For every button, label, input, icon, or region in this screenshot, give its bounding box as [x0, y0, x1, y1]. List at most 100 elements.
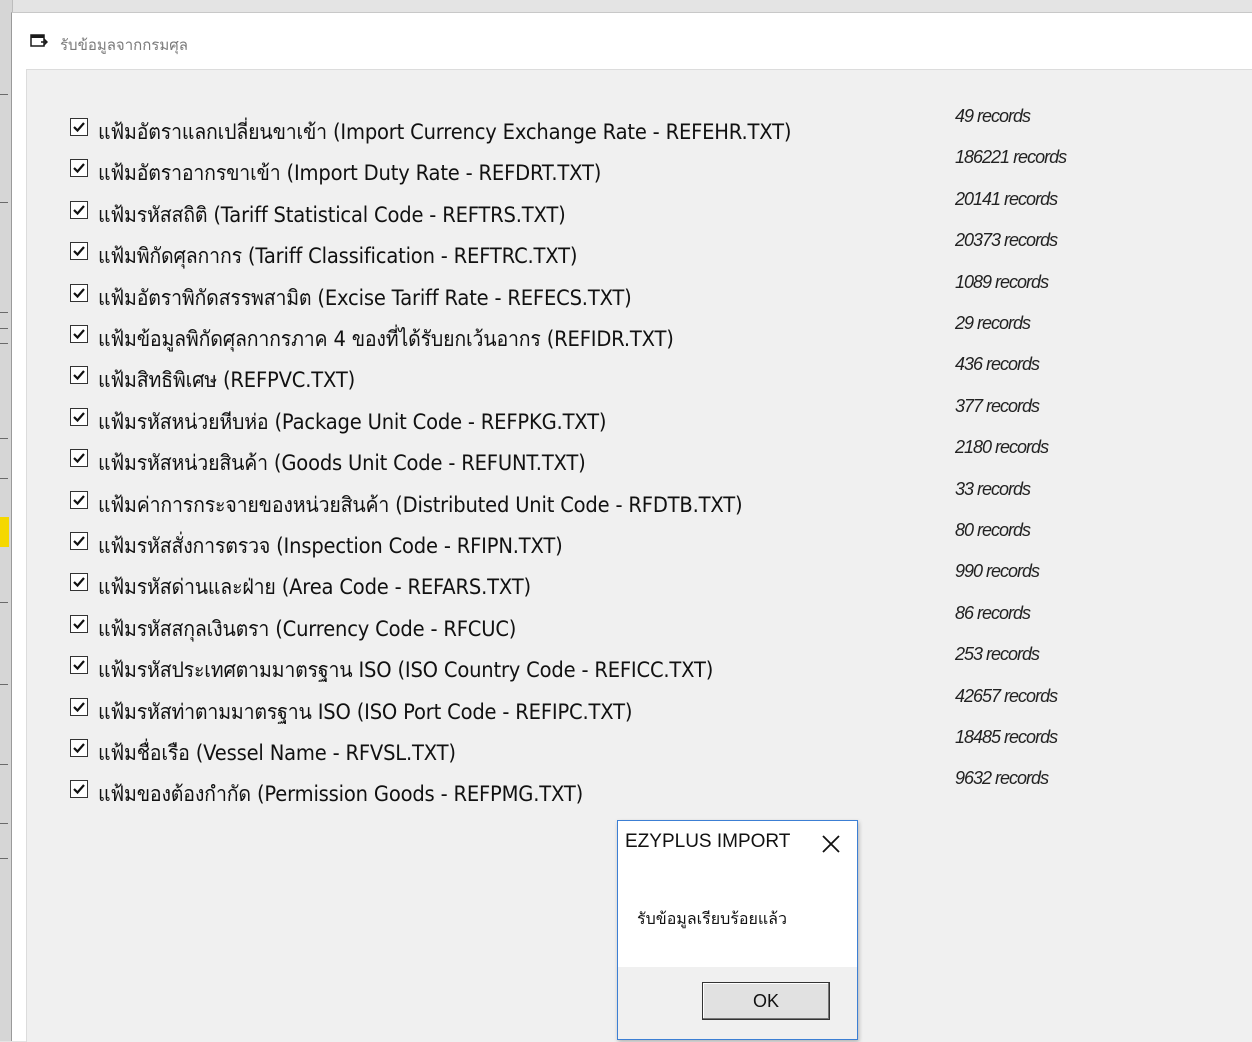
item-checkbox[interactable]: [70, 159, 88, 177]
record-count: 18485 records: [955, 727, 1058, 747]
record-count: 253 records: [955, 644, 1040, 664]
checklist-row: แฟ้มรหัสสั่งการตรวจ (Inspection Code - R…: [27, 520, 1252, 558]
item-label[interactable]: แฟ้มรหัสหน่วยสินค้า (Goods Unit Code - R…: [98, 447, 586, 480]
checklist-row: แฟ้มรหัสหน่วยสินค้า (Goods Unit Code - R…: [27, 437, 1252, 475]
record-count: 80 records: [955, 520, 1031, 540]
bg-tick: [0, 684, 8, 685]
item-label[interactable]: แฟ้มรหัสสกุลเงินตรา (Currency Code - RFC…: [98, 613, 516, 646]
check-icon: [73, 660, 85, 671]
record-count: 49 records: [955, 106, 1031, 126]
item-label[interactable]: แฟ้มรหัสสั่งการตรวจ (Inspection Code - R…: [98, 530, 563, 563]
item-checkbox[interactable]: [70, 118, 88, 136]
item-checkbox[interactable]: [70, 284, 88, 302]
close-icon[interactable]: [819, 832, 843, 856]
bg-tick: [0, 602, 8, 603]
checklist-row: แฟ้มอัตราพิกัดสรรพสามิต (Excise Tariff R…: [27, 272, 1252, 310]
bg-tick: [0, 202, 8, 203]
checklist-row: แฟ้มของต้องกำกัด (Permission Goods - REF…: [27, 768, 1252, 806]
checklist-row: แฟ้มรหัสสถิติ (Tariff Statistical Code -…: [27, 189, 1252, 227]
item-label[interactable]: แฟ้มชื่อเรือ (Vessel Name - RFVSL.TXT): [98, 737, 456, 770]
check-icon: [73, 288, 85, 299]
check-icon: [73, 329, 85, 340]
check-icon: [73, 453, 85, 464]
item-checkbox[interactable]: [70, 491, 88, 509]
checklist-row: แฟ้มอัตราแลกเปลี่ยนขาเข้า (Import Curren…: [27, 106, 1252, 144]
record-count: 1089 records: [955, 272, 1049, 292]
check-icon: [73, 619, 85, 630]
check-icon: [73, 743, 85, 754]
bg-tick: [0, 328, 8, 329]
window-title: รับข้อมูลจากกรมศุล: [60, 36, 188, 54]
item-checkbox[interactable]: [70, 739, 88, 757]
import-window: รับข้อมูลจากกรมศุล แฟ้มอัตราแลกเปลี่ยนขา…: [11, 12, 1252, 1042]
record-count: 186221 records: [955, 147, 1067, 167]
item-label[interactable]: แฟ้มรหัสประเทศตามมาตรฐาน ISO (ISO Countr…: [98, 654, 713, 687]
item-label[interactable]: แฟ้มสิทธิพิเศษ (REFPVC.TXT): [98, 364, 355, 397]
check-icon: [73, 163, 85, 174]
item-checkbox[interactable]: [70, 408, 88, 426]
checklist-row: แฟ้มรหัสท่าตามมาตรฐาน ISO (ISO Port Code…: [27, 686, 1252, 724]
checklist-row: แฟ้มข้อมูลพิกัดศุลกากรภาค 4 ของที่ได้รับ…: [27, 313, 1252, 351]
checklist-row: แฟ้มค่าการกระจายของหน่วยสินค้า (Distribu…: [27, 479, 1252, 517]
item-label[interactable]: แฟ้มข้อมูลพิกัดศุลกากรภาค 4 ของที่ได้รับ…: [98, 323, 674, 356]
checklist-row: แฟ้มสิทธิพิเศษ (REFPVC.TXT) 436 records: [27, 354, 1252, 392]
item-checkbox[interactable]: [70, 656, 88, 674]
item-checkbox[interactable]: [70, 698, 88, 716]
bg-highlight: [0, 517, 9, 547]
check-icon: [73, 205, 85, 216]
record-count: 33 records: [955, 479, 1031, 499]
record-count: 42657 records: [955, 686, 1058, 706]
message-dialog: EZYPLUS IMPORT รับข้อมูลเรียบร้อยแล้ว OK: [617, 820, 858, 1040]
check-icon: [73, 370, 85, 381]
checklist-row: แฟ้มชื่อเรือ (Vessel Name - RFVSL.TXT) 18…: [27, 727, 1252, 765]
item-checkbox[interactable]: [70, 573, 88, 591]
check-icon: [73, 246, 85, 257]
record-count: 990 records: [955, 561, 1040, 581]
check-icon: [73, 536, 85, 547]
item-label[interactable]: แฟ้มอัตราอากรขาเข้า (Import Duty Rate - …: [98, 157, 601, 190]
item-checkbox[interactable]: [70, 242, 88, 260]
bg-tick: [0, 312, 8, 313]
checklist-row: แฟ้มรหัสด่านและฝ่าย (Area Code - REFARS.…: [27, 561, 1252, 599]
item-checkbox[interactable]: [70, 780, 88, 798]
check-icon: [73, 495, 85, 506]
dialog-title: EZYPLUS IMPORT: [625, 831, 791, 852]
item-label[interactable]: แฟ้มอัตราแลกเปลี่ยนขาเข้า (Import Curren…: [98, 116, 791, 149]
record-count: 436 records: [955, 354, 1040, 374]
checklist-row: แฟ้มรหัสหน่วยหีบห่อ (Package Unit Code -…: [27, 396, 1252, 434]
item-checkbox[interactable]: [70, 532, 88, 550]
record-count: 9632 records: [955, 768, 1049, 788]
window-icon: [30, 33, 49, 49]
item-label[interactable]: แฟ้มรหัสด่านและฝ่าย (Area Code - REFARS.…: [98, 571, 531, 604]
bg-tick: [0, 823, 8, 824]
checklist-row: แฟ้มรหัสประเทศตามมาตรฐาน ISO (ISO Countr…: [27, 644, 1252, 682]
item-label[interactable]: แฟ้มพิกัดศุลกากร (Tariff Classification …: [98, 240, 577, 273]
checklist-row: แฟ้มพิกัดศุลกากร (Tariff Classification …: [27, 230, 1252, 268]
item-label[interactable]: แฟ้มรหัสหน่วยหีบห่อ (Package Unit Code -…: [98, 406, 607, 439]
checklist-row: แฟ้มอัตราอากรขาเข้า (Import Duty Rate - …: [27, 147, 1252, 185]
item-checkbox[interactable]: [70, 449, 88, 467]
ok-button[interactable]: OK: [702, 982, 830, 1020]
check-icon: [73, 412, 85, 423]
item-label[interactable]: แฟ้มอัตราพิกัดสรรพสามิต (Excise Tariff R…: [98, 282, 632, 315]
item-label[interactable]: แฟ้มรหัสท่าตามมาตรฐาน ISO (ISO Port Code…: [98, 696, 632, 729]
item-label[interactable]: แฟ้มค่าการกระจายของหน่วยสินค้า (Distribu…: [98, 489, 743, 522]
dialog-message: รับข้อมูลเรียบร้อยแล้ว: [637, 909, 787, 928]
item-checkbox[interactable]: [70, 201, 88, 219]
item-checkbox[interactable]: [70, 366, 88, 384]
title-bar: รับข้อมูลจากกรมศุล: [12, 13, 1252, 69]
item-label[interactable]: แฟ้มรหัสสถิติ (Tariff Statistical Code -…: [98, 199, 566, 232]
check-icon: [73, 122, 85, 133]
bg-tick: [0, 343, 8, 344]
dialog-footer: OK: [618, 967, 857, 1039]
check-icon: [73, 702, 85, 713]
bg-tick: [0, 478, 8, 479]
item-checkbox[interactable]: [70, 325, 88, 343]
check-icon: [73, 577, 85, 588]
item-checkbox[interactable]: [70, 615, 88, 633]
checklist-row: แฟ้มรหัสสกุลเงินตรา (Currency Code - RFC…: [27, 603, 1252, 641]
record-count: 86 records: [955, 603, 1031, 623]
bg-tick: [0, 438, 8, 439]
item-label[interactable]: แฟ้มของต้องกำกัด (Permission Goods - REF…: [98, 778, 583, 811]
bg-tick: [0, 764, 8, 765]
